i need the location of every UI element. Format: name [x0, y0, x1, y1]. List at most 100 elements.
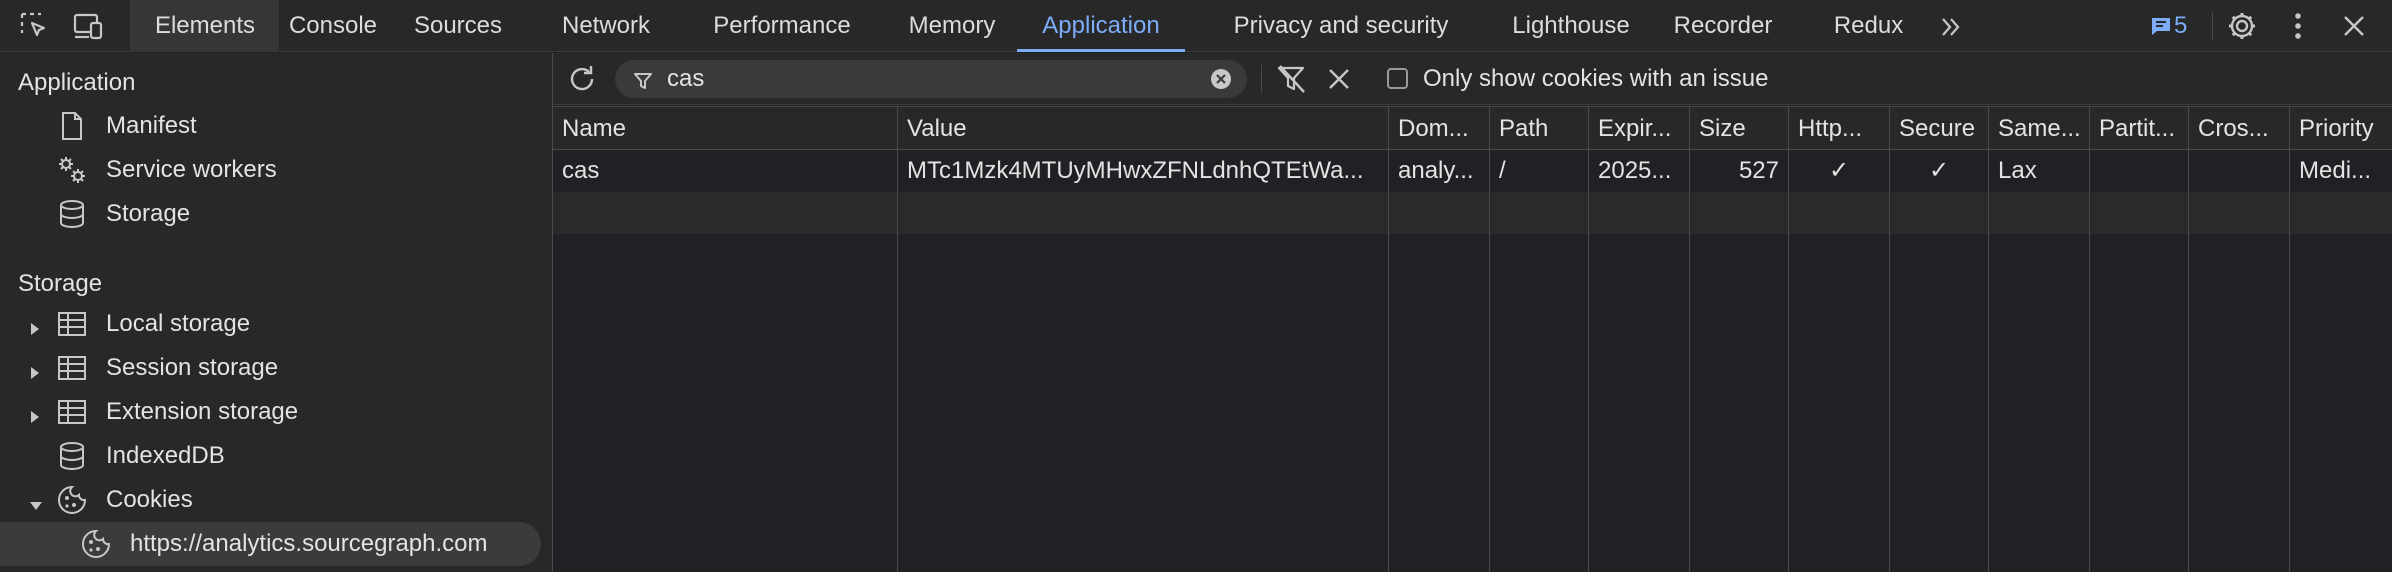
expand-arrow-icon[interactable]	[28, 404, 42, 423]
cell-partition-key	[2090, 150, 2188, 192]
delete-selected-icon[interactable]	[1325, 65, 1353, 93]
collapse-arrow-icon[interactable]	[28, 492, 42, 510]
cell-size: 527	[1738, 157, 1779, 184]
column-header-priority[interactable]: Priority	[2290, 107, 2392, 150]
divider	[2212, 12, 2213, 40]
sidebar-item-extension-storage[interactable]: Extension storage	[0, 390, 552, 434]
sidebar-item-label: Local storage	[106, 310, 251, 337]
filter-input[interactable]	[667, 62, 1167, 96]
tab-elements[interactable]: Elements	[131, 0, 279, 52]
column-divider[interactable]	[1489, 106, 1490, 572]
sidebar-item-storage[interactable]: Storage	[0, 192, 552, 236]
cell-httponly: ✓	[1828, 157, 1850, 184]
issues-count[interactable]: 5	[2174, 0, 2187, 52]
inspect-element-icon[interactable]	[16, 8, 52, 44]
column-header-value[interactable]: Value	[898, 107, 1388, 150]
column-divider[interactable]	[2188, 106, 2189, 572]
only-issues-checkbox[interactable]	[1387, 68, 1408, 89]
column-divider[interactable]	[1988, 106, 1989, 572]
cell-expires: 2025...	[1598, 157, 1672, 184]
table-row[interactable]: cas MTc1Mzk4MTUyMHwxZFNLdnhQTEtWa... ana…	[553, 150, 2392, 192]
gears-icon	[56, 155, 88, 185]
issues-icon[interactable]	[2146, 8, 2176, 44]
cookies-toolbar: Only show cookies with an issue	[553, 53, 2392, 105]
sidebar-heading-storage: Storage	[18, 270, 103, 297]
tab-application[interactable]: Application	[1017, 0, 1185, 52]
column-header-samesite[interactable]: Same...	[1989, 107, 2089, 150]
cookies-panel: Only show cookies with an issue Name Val…	[553, 53, 2392, 572]
cell-name: cas	[562, 157, 600, 184]
column-header-name[interactable]: Name	[553, 107, 897, 150]
column-header-size[interactable]: Size	[1690, 107, 1788, 150]
column-divider[interactable]	[897, 106, 898, 572]
refresh-icon[interactable]	[565, 62, 599, 96]
clear-filtered-cookies-icon[interactable]	[1275, 63, 1309, 95]
application-sidebar: Application Manifest Service workers Sto…	[0, 53, 552, 572]
clear-input-icon[interactable]	[1209, 67, 1233, 91]
tab-sources[interactable]: Sources	[408, 0, 508, 52]
table-row-empty	[553, 192, 2392, 234]
sidebar-item-session-storage[interactable]: Session storage	[0, 346, 552, 390]
sidebar-item-indexeddb[interactable]: IndexedDB	[0, 434, 552, 478]
column-divider[interactable]	[1388, 106, 1389, 572]
tab-console[interactable]: Console	[279, 0, 387, 52]
tab-network[interactable]: Network	[554, 0, 658, 52]
filter-icon	[633, 69, 653, 89]
settings-gear-icon[interactable]	[2224, 8, 2260, 44]
cell-path: /	[1499, 157, 1506, 184]
only-issues-label[interactable]: Only show cookies with an issue	[1423, 65, 1769, 93]
more-options-icon[interactable]	[2280, 8, 2316, 44]
sidebar-item-service-workers[interactable]: Service workers	[0, 148, 552, 192]
sidebar-item-label: Storage	[106, 200, 191, 227]
tab-memory[interactable]: Memory	[896, 0, 1008, 52]
sidebar-item-label: IndexedDB	[106, 442, 225, 469]
sidebar-item-label: Cookies	[106, 486, 193, 513]
devtools-tab-bar: Elements Console Sources Network Perform…	[0, 0, 2392, 52]
column-header-path[interactable]: Path	[1490, 107, 1588, 150]
tab-lighthouse[interactable]: Lighthouse	[1496, 0, 1646, 52]
sidebar-item-cookie-origin[interactable]: https://analytics.sourcegraph.com	[0, 522, 541, 566]
column-divider[interactable]	[1889, 106, 1890, 572]
tab-performance[interactable]: Performance	[699, 0, 865, 52]
more-tabs-icon[interactable]	[1931, 0, 1971, 52]
column-divider[interactable]	[1689, 106, 1690, 572]
column-header-cross-site[interactable]: Cros...	[2189, 107, 2289, 150]
tab-privacy-and-security[interactable]: Privacy and security	[1205, 0, 1477, 52]
column-divider[interactable]	[2289, 106, 2290, 572]
column-divider[interactable]	[1788, 106, 1789, 572]
sidebar-item-local-storage[interactable]: Local storage	[0, 302, 552, 346]
close-devtools-icon[interactable]	[2336, 8, 2372, 44]
divider	[1261, 65, 1262, 93]
table-icon	[56, 309, 88, 339]
sidebar-item-label: Manifest	[106, 112, 197, 139]
cell-secure: ✓	[1928, 157, 1950, 184]
sidebar-item-cookies[interactable]: Cookies	[0, 478, 552, 522]
column-header-partition-key[interactable]: Partit...	[2090, 107, 2188, 150]
column-divider[interactable]	[2089, 106, 2090, 572]
expand-arrow-icon[interactable]	[28, 316, 42, 335]
tab-redux[interactable]: Redux	[1821, 0, 1916, 52]
column-header-domain[interactable]: Dom...	[1389, 107, 1489, 150]
cell-domain: analy...	[1398, 157, 1474, 184]
cookies-table: Name Value Dom... Path Expir... Size Htt…	[553, 106, 2392, 572]
device-toolbar-icon[interactable]	[70, 8, 106, 44]
sidebar-item-manifest[interactable]: Manifest	[0, 104, 552, 148]
sidebar-item-label: https://analytics.sourcegraph.com	[130, 530, 488, 557]
column-divider[interactable]	[1588, 106, 1589, 572]
column-header-secure[interactable]: Secure	[1890, 107, 1988, 150]
column-header-httponly[interactable]: Http...	[1789, 107, 1889, 150]
tab-recorder[interactable]: Recorder	[1661, 0, 1785, 52]
cell-value: MTc1Mzk4MTUyMHwxZFNLdnhQTEtWa...	[907, 157, 1364, 184]
cell-cross-site	[2189, 150, 2289, 192]
sidebar-item-label: Extension storage	[106, 398, 299, 425]
column-header-expires[interactable]: Expir...	[1589, 107, 1689, 150]
cell-samesite: Lax	[1998, 157, 2037, 184]
sidebar-heading-application: Application	[18, 69, 136, 96]
table-icon	[56, 397, 88, 427]
filter-box[interactable]	[615, 60, 1247, 98]
database-icon	[56, 199, 88, 229]
expand-arrow-icon[interactable]	[28, 360, 42, 379]
sidebar-item-label: Session storage	[106, 354, 279, 381]
database-icon	[56, 441, 88, 471]
table-header: Name Value Dom... Path Expir... Size Htt…	[553, 106, 2392, 150]
